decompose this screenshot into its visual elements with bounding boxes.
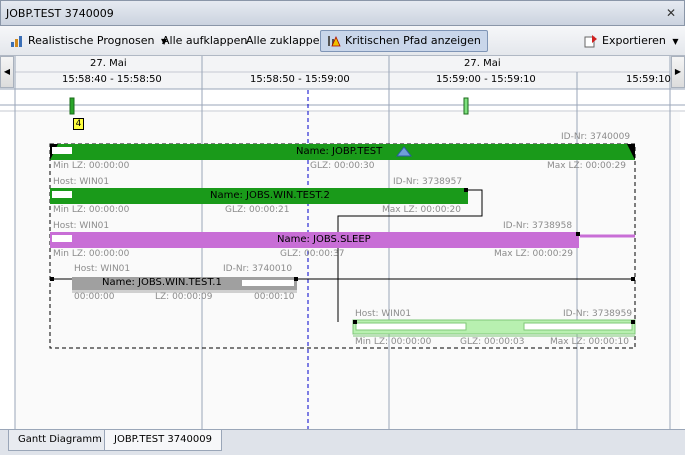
tab-gantt-diagramm[interactable]: Gantt Diagramm [8,430,112,451]
last-bar-end [631,320,635,324]
critical-path-label: Kritischen Pfad anzeigen [345,34,481,47]
win2-id: ID-Nr: 3738957 [393,177,463,187]
jobp-bar-progress [52,147,72,154]
overview-marker-2 [463,97,469,115]
overview-marker-1 [69,97,75,115]
win1-bar-progress [242,280,294,286]
win1-max-lz: 00:00:10 [254,292,295,302]
sleep-max-lz: Max LZ: 00:00:29 [494,249,573,259]
sleep-bar-end [576,232,580,236]
arrow-right-icon: ▶ [674,67,682,76]
prognose-dropdown[interactable]: Realistische Prognosen ▼ [10,30,167,52]
jobp-max-lz: Max LZ: 00:00:29 [547,161,626,171]
win2-bar-progress [52,191,72,198]
last-max-lz: Max LZ: 00:00:10 [550,337,629,347]
critical-path-icon [328,36,341,47]
count-badge: 4 [73,118,84,130]
close-icon[interactable]: ✕ [666,6,676,20]
jobp-min-lz: Min LZ: 00:00:00 [53,161,130,171]
header-date-right: 27. Mai [464,58,501,69]
jobp-name-label[interactable]: Name: JOBP.TEST [296,146,382,157]
overview-row [15,90,670,104]
export-icon [584,35,597,48]
last-bar-seg-2 [523,322,633,331]
window-titlebar: JOBP.TEST 3740009 ✕ [0,0,685,26]
gantt-canvas[interactable]: ◀ ▶ 27. Mai 27. Mai 15:58:40 - 15:58:50 … [0,56,685,429]
prognosis-icon [11,36,22,47]
win1-span-end [631,277,635,281]
export-dropdown[interactable]: Exportieren ▼ [584,30,679,52]
sleep-name-label[interactable]: Name: JOBS.SLEEP [277,234,371,245]
collapse-all-button[interactable]: Alle zuklappen [246,30,327,52]
sleep-bar-progress [52,235,72,242]
header-date-left: 27. Mai [90,58,127,69]
chevron-down-icon: ▼ [672,37,679,46]
win1-bar-end [294,277,298,281]
window-title: JOBP.TEST 3740009 [6,7,114,20]
win1-span-start [50,277,54,281]
last-bar-start [353,320,357,324]
arrow-left-icon: ◀ [3,67,11,76]
scroll-right-button[interactable]: ▶ [671,56,685,88]
last-bar-seg-1 [355,322,467,331]
header-time-range-3: 15:59:00 - 15:59:10 [436,74,536,85]
sleep-id: ID-Nr: 3738958 [503,221,573,231]
sleep-host: Host: WIN01 [53,221,110,231]
last-id: ID-Nr: 3738959 [563,309,633,319]
sleep-glz: GLZ: 00:00:37 [280,249,345,259]
win1-min-lz: 00:00:00 [74,292,115,302]
tab-jobp-test[interactable]: JOBP.TEST 3740009 [104,430,222,451]
bottom-tab-bar: Gantt Diagramm JOBP.TEST 3740009 [0,429,685,455]
critical-path-button[interactable]: Kritischen Pfad anzeigen [320,30,488,52]
sleep-min-lz: Min LZ: 00:00:00 [53,249,130,259]
header-time-range-4: 15:59:10 [626,74,671,85]
header-time-range-2: 15:58:50 - 15:59:00 [250,74,350,85]
toolbar: Realistische Prognosen ▼ Alle aufklappen… [0,26,685,56]
jobp-id-label: ID-Nr: 3740009 [561,132,631,142]
header-time-range-1: 15:58:40 - 15:58:50 [62,74,162,85]
last-glz: GLZ: 00:00:03 [460,337,525,347]
win1-host: Host: WIN01 [74,264,131,274]
win2-glz: GLZ: 00:00:21 [225,205,290,215]
win1-name-label[interactable]: Name: JOBS.WIN.TEST.1 [102,277,222,288]
win2-host: Host: WIN01 [53,177,110,187]
win1-id: ID-Nr: 3740010 [223,264,293,274]
last-host: Host: WIN01 [355,309,412,319]
win1-glz: LZ: 00:00:09 [155,292,213,302]
win2-bar-end [464,188,468,192]
expand-all-button[interactable]: Alle aufklappen [162,30,247,52]
win2-max-lz: Max LZ: 00:00:20 [382,205,461,215]
scroll-left-button[interactable]: ◀ [0,56,14,88]
win2-name-label[interactable]: Name: JOBS.WIN.TEST.2 [210,190,330,201]
prognose-label: Realistische Prognosen [28,34,155,47]
jobp-glz: GLZ: 00:00:30 [310,161,375,171]
win2-min-lz: Min LZ: 00:00:00 [53,205,130,215]
export-label: Exportieren [602,34,666,47]
last-min-lz: Min LZ: 00:00:00 [355,337,432,347]
